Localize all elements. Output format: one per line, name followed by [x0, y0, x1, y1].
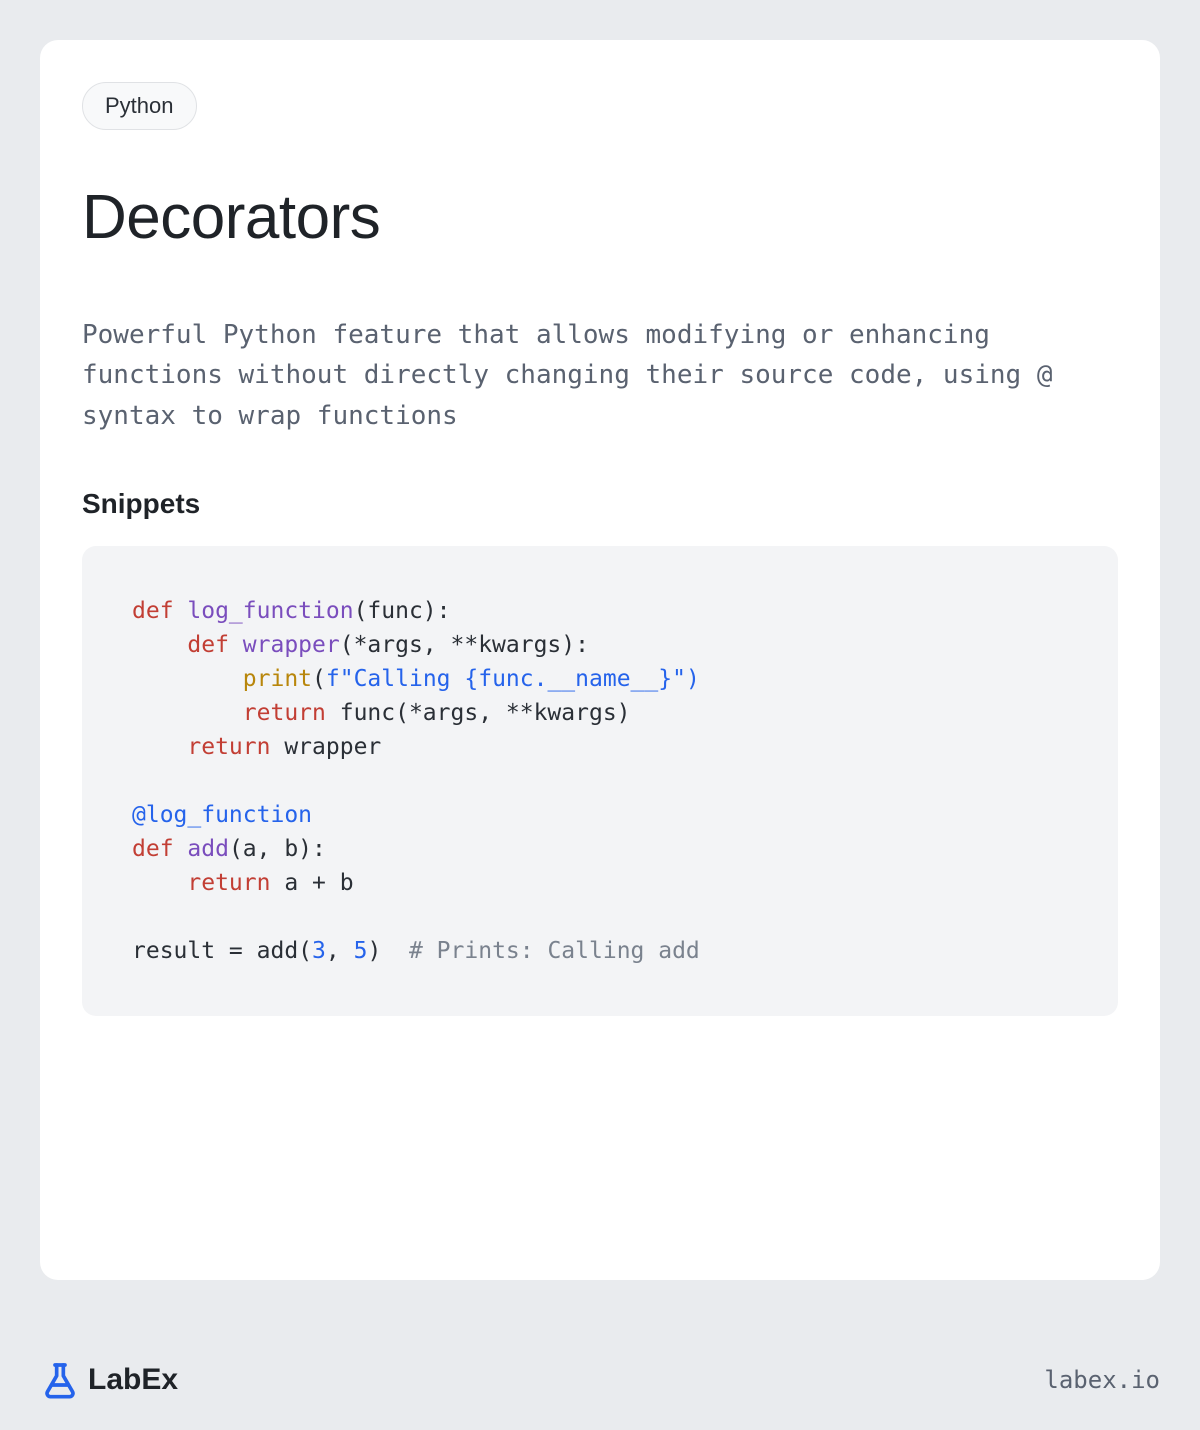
code-text: (a, b): — [229, 836, 326, 862]
fn-name: log_function — [187, 598, 353, 624]
footer: LabEx labex.io — [40, 1360, 1160, 1400]
code-snippet: def log_function(func): def wrapper(*arg… — [82, 546, 1118, 1016]
string-lit: ") — [672, 666, 700, 692]
string-lit: f"Calling — [326, 666, 464, 692]
comment: # Prints: Calling add — [409, 938, 700, 964]
kw-def: def — [132, 836, 187, 862]
flask-icon — [40, 1360, 80, 1400]
site-url: labex.io — [1044, 1366, 1160, 1394]
code-text: ) — [367, 938, 409, 964]
string-interp: {func.__name__} — [464, 666, 672, 692]
page-title: Decorators — [82, 182, 1118, 253]
fn-name: add — [187, 836, 229, 862]
code-text: (*args, **kwargs): — [340, 632, 589, 658]
fn-name: wrapper — [243, 632, 340, 658]
brand-name: LabEx — [88, 1363, 178, 1397]
decorator: @log_function — [132, 802, 312, 828]
description: Powerful Python feature that allows modi… — [82, 315, 1118, 436]
kw-return: return — [187, 870, 284, 896]
language-tag: Python — [82, 82, 197, 130]
brand-logo: LabEx — [40, 1360, 178, 1400]
code-text: func(*args, **kwargs) — [340, 700, 631, 726]
builtin-print: print — [243, 666, 312, 692]
code-text: wrapper — [284, 734, 381, 760]
kw-def: def — [187, 632, 242, 658]
number: 5 — [354, 938, 368, 964]
number: 3 — [312, 938, 326, 964]
code-text: (func): — [354, 598, 451, 624]
snippets-heading: Snippets — [82, 488, 1118, 520]
code-text: , — [326, 938, 354, 964]
kw-return: return — [187, 734, 284, 760]
kw-def: def — [132, 598, 187, 624]
code-text: ( — [312, 666, 326, 692]
content-card: Python Decorators Powerful Python featur… — [40, 40, 1160, 1280]
code-text: a + b — [284, 870, 353, 896]
kw-return: return — [243, 700, 340, 726]
code-text: result = add( — [132, 938, 312, 964]
